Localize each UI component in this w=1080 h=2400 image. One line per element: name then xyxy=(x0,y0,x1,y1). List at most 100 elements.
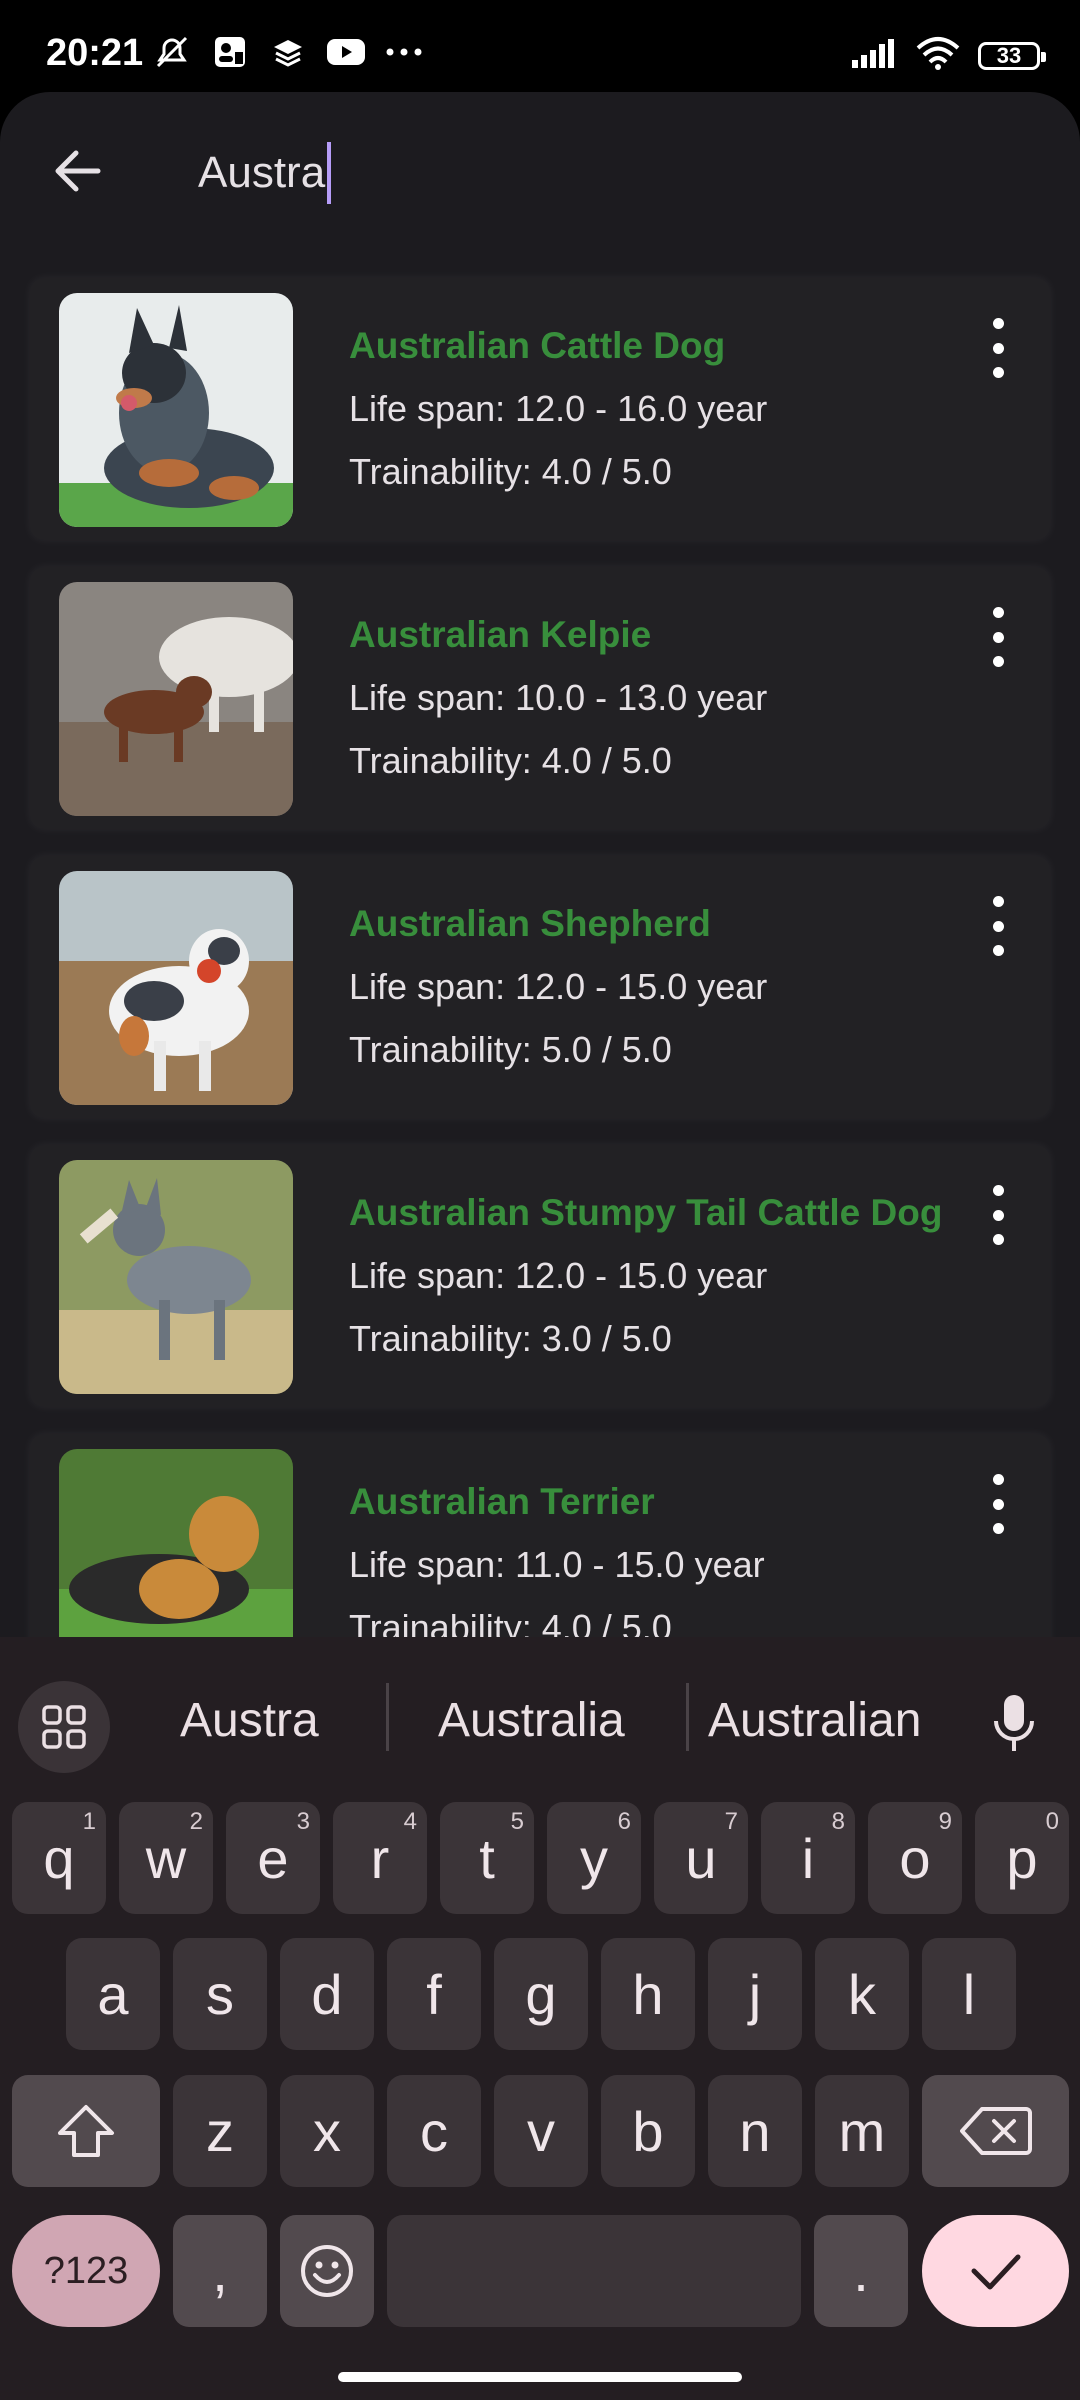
breed-name: Australian Terrier xyxy=(349,1481,655,1522)
key-i[interactable]: i8 xyxy=(761,1802,855,1914)
breed-trainability: Trainability: 4.0 / 5.0 xyxy=(349,1607,672,1637)
breed-name: Australian Stumpy Tail Cattle Dog xyxy=(349,1192,943,1233)
breed-card[interactable]: Australian Terrier Life span: 11.0 - 15.… xyxy=(30,1434,1050,1637)
breed-list[interactable]: Australian Cattle Dog Life span: 12.0 - … xyxy=(30,278,1050,1637)
suggestion-divider xyxy=(386,1683,389,1751)
key-a[interactable]: a xyxy=(66,1938,160,2050)
breed-card[interactable]: Australian Kelpie Life span: 10.0 - 13.0… xyxy=(30,567,1050,829)
comma-key[interactable]: , xyxy=(173,2215,267,2327)
key-z[interactable]: z xyxy=(173,2075,267,2187)
breed-image xyxy=(59,871,293,1105)
key-t[interactable]: t5 xyxy=(440,1802,534,1914)
symbols-key[interactable]: ?123 xyxy=(12,2215,160,2327)
backspace-icon xyxy=(959,2107,1032,2155)
more-vert-icon[interactable] xyxy=(986,1185,1010,1245)
key-alt: 1 xyxy=(82,1808,96,1835)
key-label: w xyxy=(145,1826,187,1890)
emoji-key[interactable] xyxy=(280,2215,374,2327)
layers-icon xyxy=(268,34,308,70)
key-g[interactable]: g xyxy=(494,1938,588,2050)
key-r[interactable]: r4 xyxy=(333,1802,427,1914)
key-h[interactable]: h xyxy=(601,1938,695,2050)
key-m[interactable]: m xyxy=(815,2075,909,2187)
key-w[interactable]: w2 xyxy=(119,1802,213,1914)
key-alt: 2 xyxy=(189,1808,203,1835)
breed-life-span: Life span: 12.0 - 15.0 year xyxy=(349,966,768,1007)
key-s[interactable]: s xyxy=(173,1938,267,2050)
key-b[interactable]: b xyxy=(601,2075,695,2187)
breed-trainability: Trainability: 4.0 / 5.0 xyxy=(349,740,672,781)
battery-level: 33 xyxy=(996,42,1022,68)
soft-keyboard: Austra Australia Australian q1 w2 e3 r4 … xyxy=(0,1637,1080,2400)
breed-life-span: Life span: 12.0 - 16.0 year xyxy=(349,388,768,429)
key-j[interactable]: j xyxy=(708,1938,802,2050)
breed-life-span: Life span: 12.0 - 15.0 year xyxy=(349,1255,768,1296)
youtube-icon xyxy=(326,34,366,70)
home-indicator[interactable] xyxy=(338,2372,742,2382)
suggestion-1[interactable]: Austra xyxy=(180,1693,319,1748)
mic-button[interactable] xyxy=(984,1689,1044,1759)
emoji-icon xyxy=(301,2245,353,2297)
breed-name: Australian Shepherd xyxy=(349,903,711,944)
key-p[interactable]: p0 xyxy=(975,1802,1069,1914)
arrow-back-icon xyxy=(55,150,101,192)
breed-name: Australian Cattle Dog xyxy=(349,325,726,366)
more-vert-icon[interactable] xyxy=(986,318,1010,378)
search-query: Austra xyxy=(198,148,326,197)
key-x[interactable]: x xyxy=(280,2075,374,2187)
breed-life-span: Life span: 11.0 - 15.0 year xyxy=(349,1544,765,1585)
search-input[interactable]: Austra xyxy=(198,142,332,204)
breed-image xyxy=(59,293,293,527)
shift-key[interactable] xyxy=(12,2075,160,2187)
key-c[interactable]: c xyxy=(387,2075,481,2187)
done-key[interactable] xyxy=(922,2215,1069,2327)
key-label: t xyxy=(479,1826,495,1890)
backspace-key[interactable] xyxy=(922,2075,1069,2187)
search-bar: Austra xyxy=(0,92,1080,252)
suggestion-3[interactable]: Australian xyxy=(708,1693,921,1748)
key-alt: 5 xyxy=(510,1808,524,1835)
key-n[interactable]: n xyxy=(708,2075,802,2187)
key-d[interactable]: d xyxy=(280,1938,374,2050)
key-v[interactable]: v xyxy=(494,2075,588,2187)
key-k[interactable]: k xyxy=(815,1938,909,2050)
more-vert-icon[interactable] xyxy=(986,1474,1010,1534)
key-f[interactable]: f xyxy=(387,1938,481,2050)
key-alt: 0 xyxy=(1045,1808,1059,1835)
more-vert-icon[interactable] xyxy=(986,607,1010,667)
key-alt: 9 xyxy=(938,1808,952,1835)
period-key[interactable]: . xyxy=(814,2215,908,2327)
space-key[interactable] xyxy=(387,2215,801,2327)
suggestion-2[interactable]: Australia xyxy=(438,1693,625,1748)
breed-trainability: Trainability: 3.0 / 5.0 xyxy=(349,1318,672,1359)
system-icons: 33 xyxy=(850,36,1046,75)
key-y[interactable]: y6 xyxy=(547,1802,641,1914)
breed-card[interactable]: Australian Stumpy Tail Cattle Dog Life s… xyxy=(30,1145,1050,1407)
status-time: 20:21 xyxy=(46,32,144,74)
contacts-app-icon xyxy=(210,34,250,70)
key-l[interactable]: l xyxy=(922,1938,1016,2050)
breed-card[interactable]: Australian Cattle Dog Life span: 12.0 - … xyxy=(30,278,1050,540)
breed-image xyxy=(59,1449,293,1637)
key-label: y xyxy=(580,1826,608,1890)
key-label: r xyxy=(370,1826,390,1890)
breed-image xyxy=(59,1160,293,1394)
key-alt: 3 xyxy=(296,1808,310,1835)
key-q[interactable]: q1 xyxy=(12,1802,106,1914)
key-e[interactable]: e3 xyxy=(226,1802,320,1914)
key-label: q xyxy=(43,1826,75,1890)
text-cursor xyxy=(327,142,332,204)
keyboard-menu-button[interactable] xyxy=(18,1681,110,1773)
back-button[interactable] xyxy=(44,138,110,204)
breed-card[interactable]: Australian Shepherd Life span: 12.0 - 15… xyxy=(30,856,1050,1118)
more-vert-icon[interactable] xyxy=(986,896,1010,956)
breed-name: Australian Kelpie xyxy=(349,614,652,655)
key-u[interactable]: u7 xyxy=(654,1802,748,1914)
key-label: e xyxy=(257,1826,289,1890)
suggestion-divider xyxy=(686,1683,689,1751)
key-label: i xyxy=(801,1826,815,1890)
more-notifications-icon xyxy=(384,34,424,70)
suggestion-strip: Austra Australia Australian xyxy=(0,1637,1080,1787)
key-o[interactable]: o9 xyxy=(868,1802,962,1914)
breed-trainability: Trainability: 4.0 / 5.0 xyxy=(349,451,672,492)
